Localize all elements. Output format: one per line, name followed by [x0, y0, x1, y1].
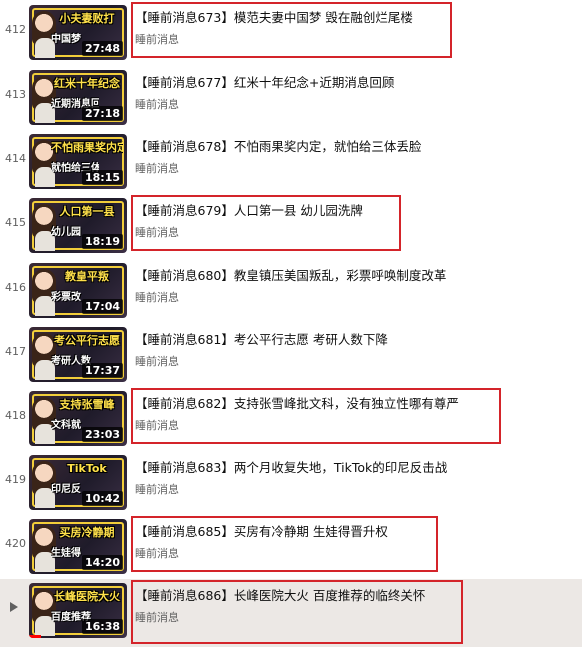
video-thumbnail[interactable]: 红米十年纪念 近期消息回 27:18 — [29, 70, 127, 125]
video-duration: 17:04 — [81, 299, 123, 314]
video-duration: 23:03 — [81, 427, 123, 442]
channel-name[interactable]: 睡前消息 — [135, 291, 179, 305]
play-triangle-icon — [10, 602, 18, 612]
video-thumbnail[interactable]: 买房冷静期 生娃得 14:20 — [29, 519, 127, 574]
video-duration: 14:20 — [81, 555, 123, 570]
video-duration: 18:19 — [81, 234, 123, 249]
highlight-box — [131, 580, 463, 644]
channel-name[interactable]: 睡前消息 — [135, 355, 179, 369]
thumbnail-caption: 红米十年纪念 — [54, 77, 120, 90]
playlist-index: 412 — [5, 23, 26, 36]
watch-progress-bar — [29, 635, 41, 638]
playlist-row[interactable]: 420 买房冷静期 生娃得 14:20 【睡前消息685】买房有冷静期 生娃得晋… — [0, 515, 582, 579]
video-duration: 27:48 — [81, 41, 123, 56]
video-thumbnail[interactable]: 不怕雨果奖内定 就怕给三体 18:15 — [29, 134, 127, 189]
thumbnail-caption: 考公平行志愿 — [54, 334, 120, 347]
thumbnail-caption: 小夫妻败打 — [59, 12, 115, 25]
playlist-index: 419 — [5, 473, 26, 486]
highlight-box — [131, 2, 452, 58]
video-duration: 18:15 — [81, 170, 123, 185]
video-duration: 17:37 — [81, 363, 123, 378]
video-thumbnail[interactable]: TikTok 印尼反 10:42 — [29, 455, 127, 510]
video-thumbnail[interactable]: 人口第一县 幼儿园 18:19 — [29, 198, 127, 253]
video-title[interactable]: 【睡前消息683】两个月收复失地，TikTok的印尼反击战 — [135, 459, 576, 476]
highlight-box — [131, 195, 401, 251]
highlight-box — [131, 516, 438, 572]
video-title[interactable]: 【睡前消息678】不怕雨果奖内定，就怕给三体丢脸 — [135, 138, 576, 155]
thumbnail-caption: 教皇平叛 — [65, 270, 109, 283]
video-title[interactable]: 【睡前消息680】教皇镇压美国叛乱，彩票呼唤制度改革 — [135, 267, 576, 284]
video-duration: 10:42 — [81, 491, 123, 506]
channel-name[interactable]: 睡前消息 — [135, 483, 179, 497]
playlist-row[interactable]: 414 不怕雨果奖内定 就怕给三体 18:15 【睡前消息678】不怕雨果奖内定… — [0, 130, 582, 194]
playlist-panel: 412 小夫妻败打 中国梦 27:48 【睡前消息673】模范夫妻中国梦 毁在融… — [0, 0, 582, 654]
channel-name[interactable]: 睡前消息 — [135, 98, 179, 112]
thumbnail-caption: 不怕雨果奖内定 — [51, 141, 123, 154]
playlist-row[interactable]: 415 人口第一县 幼儿园 18:19 【睡前消息679】人口第一县 幼儿园洗牌… — [0, 194, 582, 258]
video-thumbnail[interactable]: 教皇平叛 彩票改 17:04 — [29, 263, 127, 318]
playlist-index: 418 — [5, 409, 26, 422]
video-thumbnail[interactable]: 支持张雪峰 文科就 23:03 — [29, 391, 127, 446]
thumbnail-caption: 人口第一县 — [59, 205, 115, 218]
playlist-row[interactable]: 412 小夫妻败打 中国梦 27:48 【睡前消息673】模范夫妻中国梦 毁在融… — [0, 1, 582, 65]
thumbnail-caption: TikTok — [67, 462, 107, 475]
highlight-box — [131, 388, 501, 444]
video-title[interactable]: 【睡前消息681】考公平行志愿 考研人数下降 — [135, 331, 576, 348]
playlist-row[interactable]: 418 支持张雪峰 文科就 23:03 【睡前消息682】支持张雪峰批文科，没有… — [0, 387, 582, 451]
playlist-row[interactable]: 416 教皇平叛 彩票改 17:04 【睡前消息680】教皇镇压美国叛乱，彩票呼… — [0, 259, 582, 323]
playlist-index: 414 — [5, 152, 26, 165]
video-title[interactable]: 【睡前消息677】红米十年纪念+近期消息回顾 — [135, 74, 576, 91]
playlist-index: 416 — [5, 281, 26, 294]
thumbnail-caption: 支持张雪峰 — [59, 398, 115, 411]
playlist-index: 413 — [5, 88, 26, 101]
playlist-row[interactable]: 413 红米十年纪念 近期消息回 27:18 【睡前消息677】红米十年纪念+近… — [0, 66, 582, 130]
video-duration: 27:18 — [81, 106, 123, 121]
playlist-row-now-playing[interactable]: 长峰医院大火 百度推荐 16:38 【睡前消息686】长峰医院大火 百度推荐的临… — [0, 579, 582, 647]
playlist-row[interactable]: 417 考公平行志愿 考研人数 17:37 【睡前消息681】考公平行志愿 考研… — [0, 323, 582, 387]
playlist-index: 420 — [5, 537, 26, 550]
thumbnail-caption: 长峰医院大火 — [54, 590, 120, 603]
channel-name[interactable]: 睡前消息 — [135, 162, 179, 176]
video-duration: 16:38 — [81, 619, 123, 634]
playlist-index: 415 — [5, 216, 26, 229]
playlist-row[interactable]: 419 TikTok 印尼反 10:42 【睡前消息683】两个月收复失地，Ti… — [0, 451, 582, 515]
playlist-index: 417 — [5, 345, 26, 358]
video-thumbnail[interactable]: 考公平行志愿 考研人数 17:37 — [29, 327, 127, 382]
thumbnail-caption: 买房冷静期 — [59, 526, 115, 539]
video-thumbnail[interactable]: 长峰医院大火 百度推荐 16:38 — [29, 583, 127, 638]
video-thumbnail[interactable]: 小夫妻败打 中国梦 27:48 — [29, 5, 127, 60]
